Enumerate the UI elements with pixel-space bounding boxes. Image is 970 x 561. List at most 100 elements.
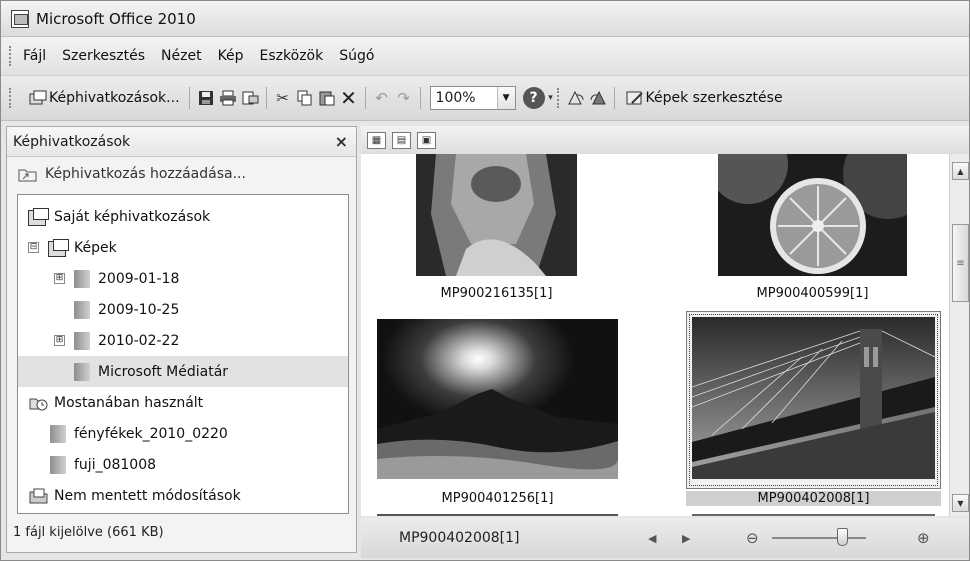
shortcuts-pane: Képhivatkozások × Képhivatkozás hozzáadá… [6,126,357,553]
thumbnail-image[interactable] [416,154,577,276]
single-picture-view-icon[interactable]: ▣ [417,131,436,149]
redo-icon[interactable]: ↷ [393,88,415,108]
undo-icon[interactable]: ↶ [371,88,393,108]
tree-item[interactable]: 2009-10-25 [18,294,348,325]
zoom-select[interactable]: 100% ▼ [429,86,516,110]
menu-view[interactable]: Nézet [161,48,202,64]
tree-item-label: fényfékek_2010_0220 [74,425,228,442]
tree-item-label: 2009-10-25 [98,301,180,318]
zoom-in-icon[interactable]: ⊕ [917,529,930,547]
folder-icon [74,331,90,350]
selection-status: 1 fájl kijelölve (661 KB) [13,525,164,540]
tree-item[interactable]: ⊟ Képek [18,232,348,263]
zoom-out-icon[interactable]: ⊖ [746,529,759,547]
add-shortcut-icon [17,164,39,184]
folder-icon [50,455,66,474]
thumbnail-caption[interactable]: MP900216135[1] [386,286,607,301]
copy-icon[interactable] [294,88,316,108]
delete-icon[interactable]: ✕ [338,86,360,110]
print-icon[interactable] [217,88,239,108]
tree-item[interactable]: Nem mentett módosítások [18,480,348,511]
expand-icon[interactable]: ⊞ [54,335,65,346]
tree-item-label: 2010-02-22 [98,332,180,349]
toolbar-separator [188,87,190,109]
zoom-slider-track[interactable] [772,537,866,539]
toolbar-separator [364,87,366,109]
shortcuts-button[interactable]: Képhivatkozások... [23,83,184,113]
add-shortcut-label: Képhivatkozás hozzáadása... [45,166,246,182]
collapse-icon[interactable]: ⊟ [28,242,39,253]
collection-icon [48,238,69,257]
shortcuts-icon [27,88,49,108]
tree-item[interactable]: Mostanában használt [18,387,348,418]
thumbnail-image[interactable] [692,317,935,479]
thumbnail-caption[interactable]: MP900400599[1] [701,286,924,301]
grip-handle[interactable] [9,46,13,66]
window-title: Microsoft Office 2010 [36,9,196,28]
tree-item[interactable]: fuji_081008 [18,449,348,480]
scroll-thumb[interactable]: ≡ [952,224,969,302]
save-icon[interactable] [195,88,217,108]
thumbnail-view-icon[interactable]: ▦ [367,131,386,149]
add-shortcut-link[interactable]: Képhivatkozás hozzáadása... [7,157,356,191]
menu-edit[interactable]: Szerkesztés [62,48,145,64]
help-icon[interactable]: ? [522,87,545,109]
next-picture-icon[interactable]: ▶ [682,532,690,545]
pane-title: Képhivatkozások [13,133,131,150]
tree-item-label: Microsoft Médiatár [98,363,229,380]
email-icon[interactable] [239,88,261,108]
tree-item-selected[interactable]: Microsoft Médiatár [18,356,348,387]
tree-item[interactable]: fényfékek_2010_0220 [18,418,348,449]
filmstrip-view-icon[interactable]: ▤ [392,131,411,149]
toolbar-separator [265,87,267,109]
app-window: Microsoft Office 2010 Fájl Szerkesztés N… [0,0,970,561]
tree-item[interactable]: ⊞ 2010-02-22 [18,325,348,356]
menu-help[interactable]: Súgó [339,48,374,64]
current-file-name: MP900402008[1] [399,530,520,546]
previous-picture-icon[interactable]: ◀ [648,532,656,545]
thumbnail-caption[interactable]: MP900401256[1] [377,491,618,506]
edit-pictures-label: Képek szerkesztése [645,90,783,106]
cut-icon[interactable]: ✂ [272,88,294,108]
scroll-up-icon[interactable]: ▲ [952,162,969,180]
toolbar-options-icon[interactable]: ▾ [545,88,557,108]
scroll-down-icon[interactable]: ▼ [952,494,969,512]
expand-icon[interactable]: ⊞ [54,273,65,284]
zoom-slider-thumb[interactable] [837,528,848,546]
folder-icon [74,362,90,381]
tree-item[interactable]: ⊞ 2009-01-18 [18,263,348,294]
rotate-left-icon[interactable] [565,88,587,108]
menu-file[interactable]: Fájl [23,48,46,64]
folder-icon [74,269,90,288]
menu-tools[interactable]: Eszközök [260,48,324,64]
grip-handle[interactable] [9,88,13,108]
chevron-down-icon[interactable]: ▼ [496,87,515,109]
menu-picture[interactable]: Kép [218,48,244,64]
app-icon [11,9,29,28]
title-bar: Microsoft Office 2010 [1,1,969,37]
folder-icon [50,424,66,443]
thumbnail-image[interactable] [377,319,618,479]
paste-icon[interactable] [316,88,338,108]
edit-pictures-icon [624,88,646,108]
vertical-scrollbar[interactable]: ▲ ≡ ▼ [949,154,969,516]
menu-bar: Fájl Szerkesztés Nézet Kép Eszközök Súgó [1,37,969,75]
thumbnail-image[interactable] [718,154,907,276]
edit-pictures-button[interactable]: Képek szerkesztése [620,83,787,113]
thumbnail-caption-selected[interactable]: MP900402008[1] [686,491,941,506]
tree-item-label: Képek [74,239,117,256]
grip-handle[interactable] [556,88,561,108]
collection-icon [28,207,49,226]
shortcuts-label: Képhivatkozások... [49,90,180,106]
rotate-right-icon[interactable] [587,88,609,108]
thumbnail-grid: MP900216135[1] MP900400599[1] MP90040125… [361,154,949,516]
thumbnail-image [377,514,618,516]
unsaved-icon [28,486,50,506]
toolbar: Képhivatkozások... ✂ ✕ ↶ ↷ 100% ▼ ? ▾ Ké… [1,75,969,121]
tree-item[interactable]: Saját képhivatkozások [18,201,348,232]
close-icon[interactable]: × [335,132,348,151]
zoom-value: 100% [435,90,476,106]
shortcuts-tree: Saját képhivatkozások ⊟ Képek ⊞ 2009-01-… [17,194,349,514]
